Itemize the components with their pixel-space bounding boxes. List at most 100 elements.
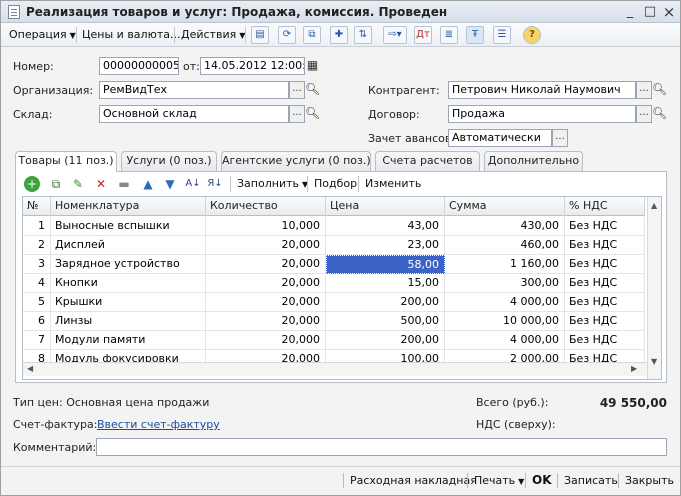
tab-additional[interactable]: Дополнительно xyxy=(484,151,583,171)
cell-sum[interactable]: 430,00 xyxy=(445,217,565,236)
structure-icon[interactable]: ⇅ xyxy=(354,26,372,44)
cell-sum[interactable]: 4 000,00 xyxy=(445,331,565,350)
cell-row-number[interactable]: 5 xyxy=(23,293,51,312)
cell-quantity[interactable]: 10,000 xyxy=(206,217,326,236)
cell-item-name[interactable]: Кнопки xyxy=(51,274,206,293)
cell-vat-rate[interactable]: Без НДС xyxy=(565,217,645,236)
fill-menu[interactable]: Заполнить ▼ xyxy=(237,176,308,192)
cell-item-name[interactable]: Линзы xyxy=(51,312,206,331)
tab-goods[interactable]: Товары (11 поз.) xyxy=(15,151,117,172)
cell-item-name[interactable]: Дисплей xyxy=(51,236,206,255)
copy-row-icon[interactable]: ⧉ xyxy=(48,176,64,192)
cell-item-name[interactable]: Модули памяти xyxy=(51,331,206,350)
cell-vat-rate[interactable]: Без НДС xyxy=(565,255,645,274)
cell-row-number[interactable]: 4 xyxy=(23,274,51,293)
col-price[interactable]: Цена xyxy=(326,197,445,216)
col-number[interactable]: № xyxy=(23,197,51,216)
cell-item-name[interactable]: Зарядное устройство xyxy=(51,255,206,274)
table-row[interactable]: 6 Линзы 20,000 500,00 10 000,00 Без НДС xyxy=(23,312,645,331)
copy-icon[interactable]: ⧉ xyxy=(303,26,321,44)
scroll-right-icon[interactable]: ▶ xyxy=(631,364,637,373)
cell-quantity[interactable]: 20,000 xyxy=(206,293,326,312)
cell-price[interactable]: 500,00 xyxy=(326,312,445,331)
col-quantity[interactable]: Количество xyxy=(206,197,326,216)
tab-agent-services[interactable]: Агентские услуги (0 поз.) xyxy=(221,151,371,171)
cell-sum[interactable]: 4 000,00 xyxy=(445,293,565,312)
table-row[interactable]: 7 Модули памяти 20,000 200,00 4 000,00 Без НД… xyxy=(23,331,645,350)
close-window-button[interactable]: × xyxy=(660,4,678,20)
refresh-icon[interactable]: ⟳ xyxy=(278,26,296,44)
cell-quantity[interactable]: 20,000 xyxy=(206,236,326,255)
change-button[interactable]: Изменить xyxy=(365,176,421,192)
journal-icon[interactable]: ≣ xyxy=(440,26,458,44)
date-field[interactable]: 14.05.2012 12:00:20 xyxy=(200,57,305,75)
cell-quantity[interactable]: 20,000 xyxy=(206,255,326,274)
col-item[interactable]: Номенклатура xyxy=(51,197,206,216)
cell-vat-rate[interactable]: Без НДС xyxy=(565,274,645,293)
comment-field[interactable] xyxy=(96,438,667,456)
cell-quantity[interactable]: 20,000 xyxy=(206,274,326,293)
post-icon[interactable]: ▤ xyxy=(251,26,269,44)
delete-row-icon[interactable]: ✕ xyxy=(93,176,109,192)
calendar-icon[interactable]: ▦ xyxy=(305,57,320,75)
scroll-left-icon[interactable]: ◀ xyxy=(27,364,33,373)
move-up-icon[interactable]: ▲ xyxy=(140,176,156,192)
minimize-button[interactable]: _ xyxy=(621,4,639,20)
cell-price[interactable]: 200,00 xyxy=(326,331,445,350)
warehouse-select-button[interactable]: ... xyxy=(289,105,305,123)
cell-row-number[interactable]: 3 xyxy=(23,255,51,274)
add-row-icon[interactable]: + xyxy=(24,176,40,192)
table-row[interactable]: 2 Дисплей 20,000 23,00 460,00 Без НДС xyxy=(23,236,645,255)
tab-services[interactable]: Услуги (0 поз.) xyxy=(121,151,217,171)
table-row[interactable]: 1 Выносные вспышки 10,000 43,00 430,00 Без НД… xyxy=(23,217,645,236)
warehouse-field[interactable]: Основной склад xyxy=(99,105,289,123)
advance-select-button[interactable]: ... xyxy=(552,129,568,147)
counterparty-select-button[interactable]: ... xyxy=(636,81,652,99)
help-icon[interactable]: ? xyxy=(523,26,541,44)
cell-sum[interactable]: 460,00 xyxy=(445,236,565,255)
scroll-up-icon[interactable]: ▲ xyxy=(651,201,657,210)
search-icon[interactable]: 🔍︎ xyxy=(652,105,667,123)
new-based-icon[interactable]: ✚ xyxy=(330,26,348,44)
ok-button[interactable]: OK xyxy=(532,473,552,487)
org-field[interactable]: РемВидТех xyxy=(99,81,289,99)
maximize-button[interactable]: □ xyxy=(641,4,659,20)
dt-kt-icon[interactable]: Дт xyxy=(414,26,432,44)
print-menu[interactable]: Печать ▼ xyxy=(474,474,524,487)
sort-desc-icon[interactable]: Я↓ xyxy=(207,176,223,192)
col-sum[interactable]: Сумма xyxy=(445,197,565,216)
advance-field[interactable]: Автоматически xyxy=(448,129,552,147)
contract-field[interactable]: Продажа xyxy=(448,105,636,123)
table-row[interactable]: 4 Кнопки 20,000 15,00 300,00 Без НДС xyxy=(23,274,645,293)
go-menu-icon[interactable]: ⇨▾ xyxy=(383,26,407,44)
save-button[interactable]: Записать xyxy=(564,474,618,487)
sort-asc-icon[interactable]: A↓ xyxy=(185,176,201,192)
close-button[interactable]: Закрыть xyxy=(625,474,674,487)
cell-sum[interactable]: 300,00 xyxy=(445,274,565,293)
move-down-icon[interactable]: ▼ xyxy=(162,176,178,192)
contract-select-button[interactable]: ... xyxy=(636,105,652,123)
edit-row-icon[interactable]: ✎ xyxy=(70,176,86,192)
cell-item-name[interactable]: Выносные вспышки xyxy=(51,217,206,236)
cell-price[interactable]: 200,00 xyxy=(326,293,445,312)
cell-sum[interactable]: 1 160,00 xyxy=(445,255,565,274)
cell-vat-rate[interactable]: Без НДС xyxy=(565,236,645,255)
delivery-note-button[interactable]: Расходная накладная xyxy=(350,474,477,487)
counterparty-field[interactable]: Петрович Николай Наумович xyxy=(448,81,636,99)
cell-vat-rate[interactable]: Без НДС xyxy=(565,331,645,350)
cell-quantity[interactable]: 20,000 xyxy=(206,331,326,350)
cell-row-number[interactable]: 1 xyxy=(23,217,51,236)
vertical-scrollbar[interactable]: ▲ ▼ xyxy=(647,197,661,379)
horizontal-scrollbar[interactable]: ◀ ▶ xyxy=(23,362,647,376)
operation-menu[interactable]: Операция ▼ xyxy=(9,27,76,43)
filter-icon[interactable]: Ŧ xyxy=(466,26,484,44)
cell-row-number[interactable]: 7 xyxy=(23,331,51,350)
selection-button[interactable]: Подбор xyxy=(314,176,357,192)
col-vat[interactable]: % НДС xyxy=(565,197,645,216)
search-icon[interactable]: 🔍︎ xyxy=(652,81,667,99)
cell-price[interactable]: 58,00 xyxy=(326,255,445,274)
end-edit-icon[interactable]: ▬ xyxy=(116,176,132,192)
cell-vat-rate[interactable]: Без НДС xyxy=(565,293,645,312)
cell-price[interactable]: 23,00 xyxy=(326,236,445,255)
cell-quantity[interactable]: 20,000 xyxy=(206,312,326,331)
